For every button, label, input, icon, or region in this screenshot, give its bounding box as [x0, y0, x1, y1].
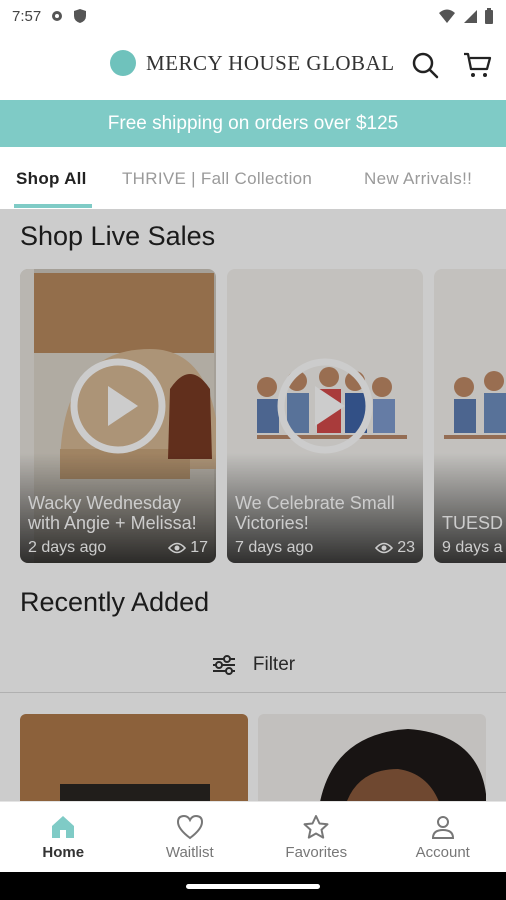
- main-content: Shop Live Sales Wacky Wednesday with Ang…: [0, 209, 506, 801]
- brand-mark-icon: [110, 50, 136, 76]
- live-sale-title: We Celebrate Small Victories!: [235, 493, 395, 533]
- product-image: [258, 714, 486, 801]
- wifi-icon: [439, 9, 455, 23]
- nav-favorites-label: Favorites: [285, 843, 348, 861]
- shield-icon: [74, 9, 87, 23]
- view-count: 17: [168, 539, 208, 557]
- live-sale-title: Wacky Wednesday with Angie + Melissa!: [28, 493, 197, 533]
- tab-thrive-fall-collection[interactable]: THRIVE | Fall Collection: [122, 169, 312, 189]
- promo-banner[interactable]: Free shipping on orders over $125: [0, 100, 506, 147]
- brand-name: MERCY HOUSE GLOBAL: [146, 50, 395, 75]
- view-count-value: 23: [397, 539, 415, 556]
- play-icon[interactable]: [68, 356, 168, 456]
- nav-home-label: Home: [42, 843, 85, 861]
- live-sale-title: TUESD 9/19: [442, 513, 506, 533]
- battery-icon: [485, 7, 493, 24]
- nav-account[interactable]: Account: [380, 802, 506, 872]
- status-time: 7:57: [12, 7, 42, 25]
- tab-shop-all[interactable]: Shop All: [16, 169, 87, 189]
- star-icon: [303, 814, 329, 839]
- nav-home[interactable]: Home: [0, 802, 127, 872]
- recently-added-title: Recently Added: [20, 587, 210, 617]
- live-sale-card[interactable]: We Celebrate Small Victories! 7 days ago…: [227, 269, 423, 563]
- section-divider: [0, 692, 506, 693]
- nav-waitlist-label: Waitlist: [165, 843, 214, 861]
- product-card[interactable]: [258, 714, 486, 801]
- brand-logo[interactable]: MERCY HOUSE GLOBAL: [110, 50, 395, 76]
- heart-icon: [176, 814, 203, 839]
- play-icon[interactable]: [275, 356, 375, 456]
- live-sale-card[interactable]: Wacky Wednesday with Angie + Melissa! 2 …: [20, 269, 216, 563]
- live-sale-age: 7 days ago: [235, 539, 314, 556]
- category-tabs: Shop All THRIVE | Fall Collection New Ar…: [0, 147, 506, 209]
- system-gesture-bar: [0, 872, 506, 900]
- live-sale-age: 2 days ago: [28, 539, 107, 556]
- settings-icon: [52, 11, 63, 21]
- signal-icon: [464, 10, 477, 23]
- promo-text: Free shipping on orders over $125: [107, 112, 399, 134]
- nav-waitlist[interactable]: Waitlist: [127, 802, 254, 872]
- live-sales-title: Shop Live Sales: [20, 221, 216, 251]
- view-count-value: 17: [190, 539, 208, 556]
- filter-label: Filter: [252, 654, 296, 675]
- status-bar: 7:57: [0, 0, 506, 32]
- live-sale-card[interactable]: TUESD 9/19 9 days a: [434, 269, 506, 563]
- eye-icon: [168, 542, 187, 554]
- filter-sliders-icon: [212, 655, 235, 675]
- home-icon: [52, 815, 75, 838]
- nav-favorites[interactable]: Favorites: [253, 802, 380, 872]
- filter-button[interactable]: Filter: [0, 639, 506, 691]
- live-sale-meta: 2 days ago 17: [28, 539, 208, 557]
- person-icon: [431, 815, 454, 839]
- bottom-nav: Home Waitlist Favorites Account: [0, 801, 506, 872]
- product-image: [20, 714, 248, 801]
- eye-icon: [375, 542, 394, 554]
- home-gesture-handle[interactable]: [186, 884, 320, 889]
- search-icon[interactable]: [410, 50, 440, 80]
- app-header: MERCY HOUSE GLOBAL: [0, 32, 506, 100]
- live-sale-meta: 7 days ago 23: [235, 539, 415, 557]
- view-count: 23: [375, 539, 415, 557]
- tab-new-arrivals[interactable]: New Arrivals!!: [364, 169, 472, 189]
- live-sale-age: 9 days a: [442, 539, 503, 556]
- nav-account-label: Account: [415, 843, 470, 861]
- product-card[interactable]: [20, 714, 248, 801]
- live-sale-meta: 9 days a: [442, 539, 506, 557]
- cart-icon[interactable]: [462, 50, 492, 80]
- active-tab-indicator: [14, 204, 92, 208]
